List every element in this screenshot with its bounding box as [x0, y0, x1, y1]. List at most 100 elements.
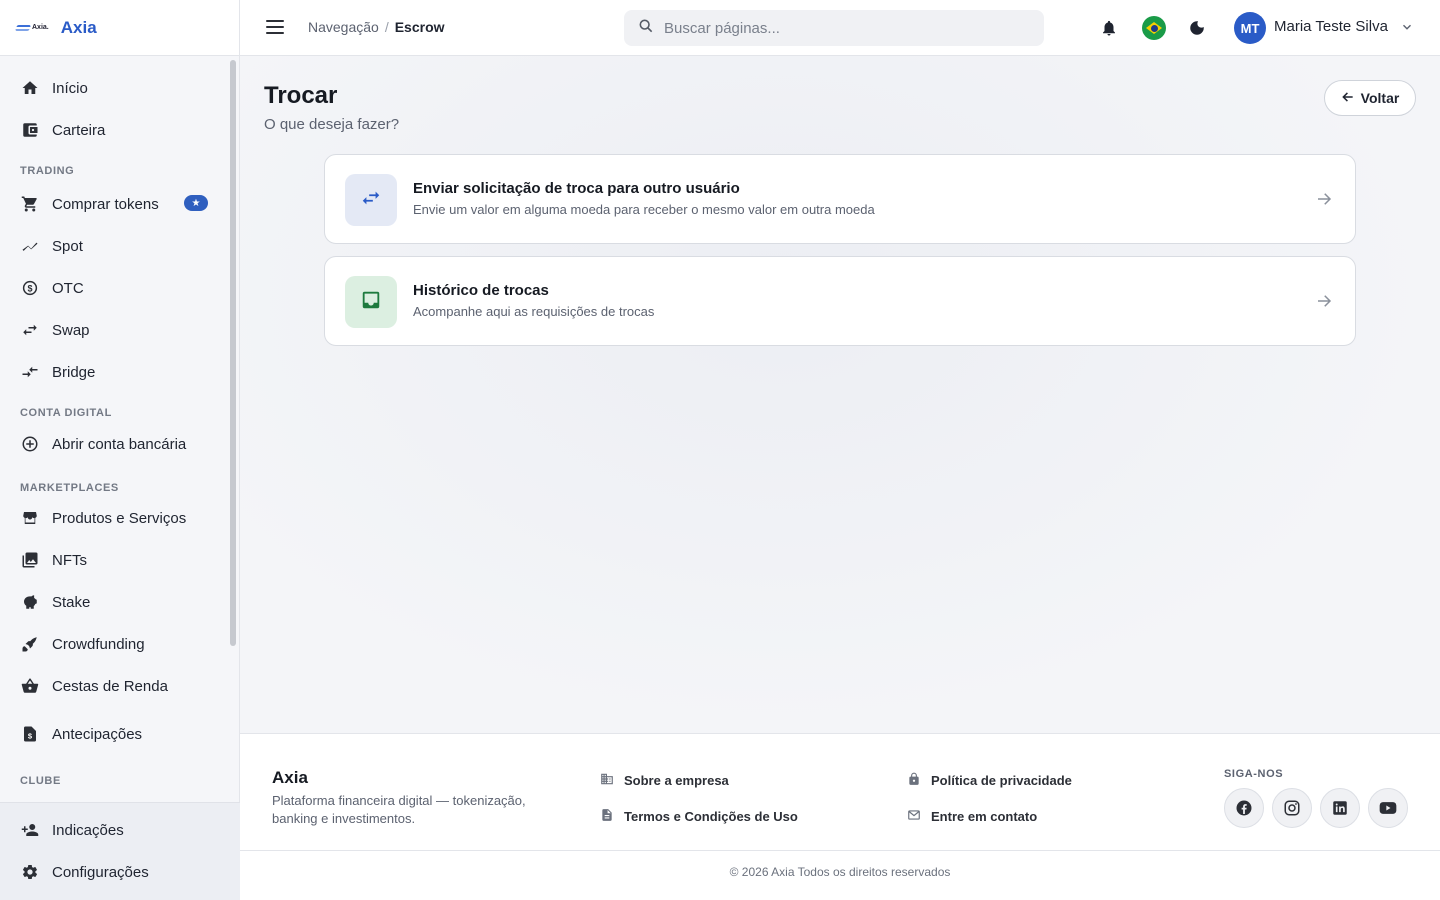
- sidebar-item-label: NFTs: [52, 551, 87, 569]
- cart-icon: [20, 194, 40, 214]
- wallet-icon: [20, 120, 40, 140]
- add-circle-icon: [20, 434, 40, 454]
- facebook-icon[interactable]: [1224, 788, 1264, 828]
- footer-link-label: Entre em contato: [931, 809, 1038, 824]
- footer: Axia Plataforma financeira digital — tok…: [240, 733, 1440, 900]
- card-send-swap-request[interactable]: Enviar solicitação de troca para outro u…: [324, 154, 1356, 244]
- sidebar-item-inicio[interactable]: Início: [0, 67, 240, 109]
- sidebar-item-label: Spot: [52, 237, 83, 255]
- document-dollar-icon: $: [20, 724, 40, 744]
- user-name[interactable]: Maria Teste Silva: [1274, 18, 1388, 35]
- sidebar-item-otc[interactable]: $ OTC: [0, 267, 240, 309]
- section-title-marketplaces: MARKETPLACES: [20, 482, 119, 494]
- arrow-left-icon: [1341, 90, 1355, 107]
- sidebar-item-spot[interactable]: Spot: [0, 225, 240, 267]
- sidebar-item-label: Configurações: [52, 863, 149, 881]
- linkedin-icon[interactable]: [1320, 788, 1360, 828]
- sidebar-item-swap[interactable]: Swap: [0, 309, 240, 351]
- sidebar-item-label: Carteira: [52, 121, 106, 139]
- sidebar-item-label: Antecipações: [52, 725, 143, 743]
- basket-icon: [20, 676, 40, 696]
- follow-title: SIGA-NOS: [1224, 768, 1284, 780]
- rocket-icon: [20, 634, 40, 654]
- arrow-right-icon: [1315, 190, 1333, 213]
- sidebar-item-label: Swap: [52, 321, 90, 339]
- page-subtitle: O que deseja fazer?: [264, 116, 400, 133]
- youtube-icon[interactable]: [1368, 788, 1408, 828]
- top-header: Navegação / Escrow MT Maria Teste Silva: [240, 0, 1440, 56]
- sidebar-item-indicacoes[interactable]: Indicações: [0, 809, 240, 851]
- bridge-arrows-icon: [20, 362, 40, 382]
- sidebar-item-carteira[interactable]: Carteira: [0, 109, 240, 151]
- section-title-trading: TRADING: [20, 165, 75, 177]
- footer-link-sobre[interactable]: Sobre a empresa: [600, 772, 729, 789]
- search-icon: [638, 18, 654, 39]
- section-title-conta-digital: CONTA DIGITAL: [20, 407, 112, 419]
- page-title: Trocar: [264, 82, 338, 109]
- breadcrumb-separator: /: [384, 19, 389, 35]
- brand-header[interactable]: Axia. Axia: [0, 0, 239, 56]
- sidebar-item-produtos-servicos[interactable]: Produtos e Serviços: [0, 497, 240, 539]
- sidebar-item-label: Cestas de Renda: [52, 677, 168, 695]
- sidebar-item-label: Bridge: [52, 363, 96, 381]
- sidebar-item-configuracoes[interactable]: Configurações: [0, 851, 240, 893]
- sidebar-item-crowdfunding[interactable]: Crowdfunding: [0, 623, 240, 665]
- sidebar-item-stake[interactable]: Stake: [0, 581, 240, 623]
- chevron-down-icon[interactable]: [1400, 20, 1414, 39]
- card-description: Acompanhe aqui as requisições de trocas: [413, 304, 655, 319]
- currency-exchange-icon: $: [20, 278, 40, 298]
- sidebar-item-nfts[interactable]: NFTs: [0, 539, 240, 581]
- dark-mode-moon-icon[interactable]: [1185, 16, 1209, 40]
- sidebar-nav[interactable]: Início Carteira TRADING Comprar tokens ★…: [0, 56, 240, 802]
- lock-icon: [907, 772, 921, 789]
- copyright: © 2026 Axia Todos os direitos reservados: [729, 865, 951, 879]
- svg-text:$: $: [27, 283, 32, 293]
- breadcrumb: Navegação / Escrow: [308, 19, 445, 35]
- footer-link-label: Política de privacidade: [931, 773, 1072, 788]
- instagram-icon[interactable]: [1272, 788, 1312, 828]
- sidebar-item-cestas-renda[interactable]: Cestas de Renda: [0, 665, 240, 707]
- inbox-icon: [360, 289, 382, 316]
- building-icon: [600, 772, 614, 789]
- brand-name: Axia: [60, 17, 97, 37]
- mail-icon: [907, 808, 921, 825]
- swap-arrows-icon: [360, 187, 382, 214]
- piggy-bank-icon: [20, 592, 40, 612]
- search-box[interactable]: [624, 10, 1044, 46]
- footer-link-privacidade[interactable]: Política de privacidade: [907, 772, 1072, 789]
- card-title: Enviar solicitação de troca para outro u…: [413, 180, 740, 197]
- sidebar-item-abrir-conta[interactable]: Abrir conta bancária: [0, 423, 240, 465]
- notification-bell-icon[interactable]: [1097, 16, 1121, 40]
- trend-icon: [20, 236, 40, 256]
- brazil-flag-icon[interactable]: [1142, 16, 1166, 40]
- sidebar-scrollbar[interactable]: [230, 60, 236, 646]
- footer-link-label: Termos e Condições de Uso: [624, 809, 798, 824]
- history-tile: [345, 276, 397, 328]
- main-content: Trocar O que deseja fazer? Voltar Enviar…: [240, 56, 1440, 733]
- store-icon: [20, 508, 40, 528]
- image-collection-icon: [20, 550, 40, 570]
- swap-arrows-icon: [20, 320, 40, 340]
- sidebar-item-bridge[interactable]: Bridge: [0, 351, 240, 393]
- sidebar-item-label: OTC: [52, 279, 84, 297]
- sidebar-item-comprar-tokens[interactable]: Comprar tokens ★: [0, 183, 240, 225]
- breadcrumb-root[interactable]: Navegação: [308, 19, 379, 35]
- back-button[interactable]: Voltar: [1324, 80, 1416, 116]
- section-title-clube: CLUBE: [20, 775, 61, 787]
- card-swap-history[interactable]: Histórico de trocas Acompanhe aqui as re…: [324, 256, 1356, 346]
- avatar[interactable]: MT: [1234, 12, 1266, 44]
- person-add-icon: [20, 820, 40, 840]
- sidebar-item-antecipacoes[interactable]: $ Antecipações: [0, 713, 240, 755]
- home-icon: [20, 78, 40, 98]
- footer-link-contato[interactable]: Entre em contato: [907, 808, 1037, 825]
- sidebar-item-label: Crowdfunding: [52, 635, 145, 653]
- swap-tile: [345, 174, 397, 226]
- sidebar-item-label: Produtos e Serviços: [52, 509, 187, 527]
- footer-divider: [240, 850, 1440, 851]
- menu-icon[interactable]: [266, 20, 284, 34]
- sidebar-item-label: Stake: [52, 593, 91, 611]
- search-input[interactable]: [664, 19, 1024, 37]
- breadcrumb-current: Escrow: [394, 19, 445, 35]
- footer-link-termos[interactable]: Termos e Condições de Uso: [600, 808, 798, 825]
- card-title: Histórico de trocas: [413, 282, 549, 299]
